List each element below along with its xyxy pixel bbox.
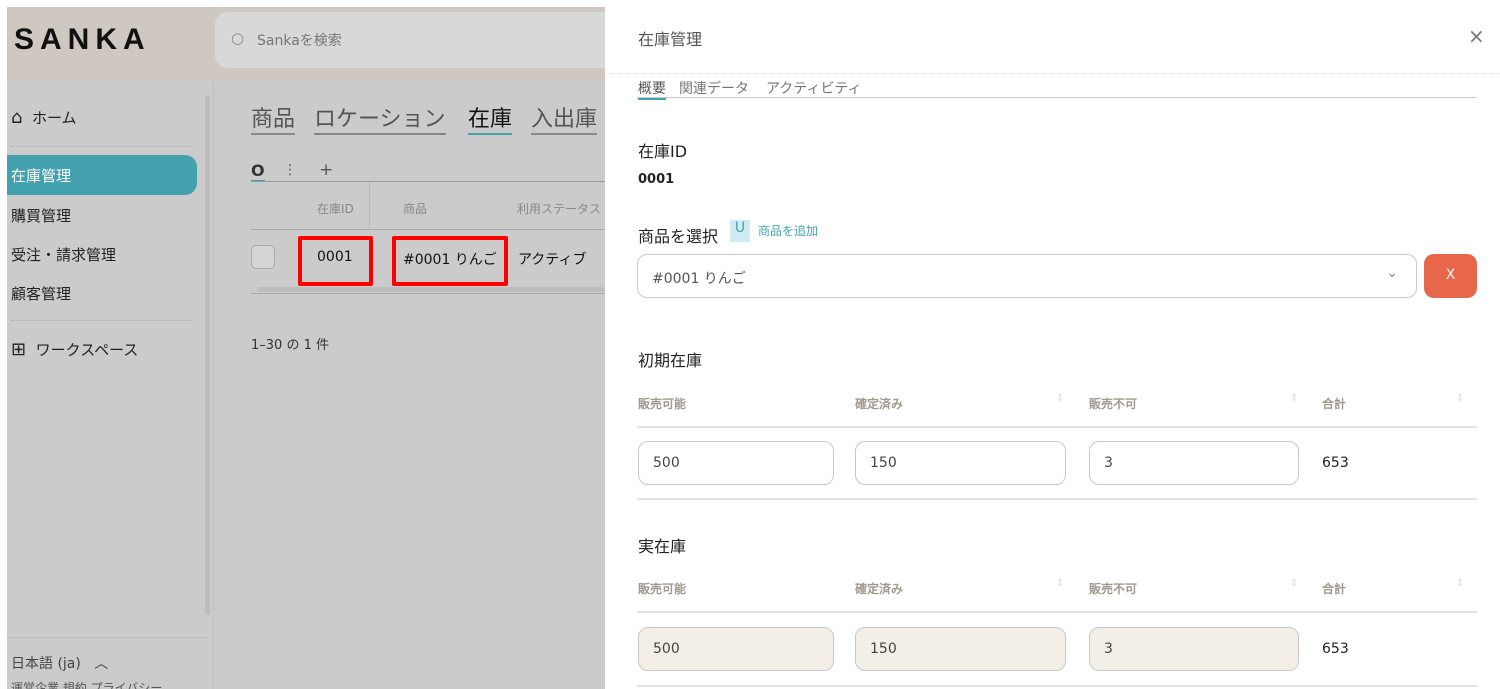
- sidebar-item-home[interactable]: ⌂ ホーム: [11, 107, 77, 128]
- divider: [7, 637, 207, 638]
- column-header-available[interactable]: 販売可能: [638, 580, 686, 597]
- sort-icon[interactable]: ⇕: [1056, 578, 1064, 589]
- more-options-icon[interactable]: ⋮: [283, 162, 297, 178]
- language-selector[interactable]: 日本語 (ja) ︿: [11, 653, 108, 673]
- sidebar-item-inventory[interactable]: 在庫管理: [7, 155, 197, 195]
- top-bar: SANKA ○ Sankaを検索: [7, 7, 605, 80]
- sort-icon[interactable]: ⇕: [1290, 578, 1298, 589]
- add-product-link[interactable]: 商品を追加: [758, 222, 818, 239]
- inventory-id-label: 在庫ID: [638, 142, 688, 161]
- column-header-committed[interactable]: 確定済み: [855, 395, 903, 412]
- product-select-label: 商品を選択: [638, 227, 719, 246]
- view-icon[interactable]: O: [251, 161, 265, 182]
- drawer-title: 在庫管理: [638, 30, 703, 49]
- add-view-button[interactable]: +: [319, 160, 333, 180]
- pagination-text: 1–30 の 1 件: [251, 338, 329, 353]
- search-placeholder: Sankaを検索: [257, 33, 342, 49]
- highlight-box-id: [298, 236, 373, 286]
- actual-committed-field: 150: [855, 627, 1066, 671]
- actual-total: 653: [1322, 641, 1349, 657]
- divider: [251, 229, 605, 230]
- divider: [11, 146, 191, 147]
- chevron-up-icon: ︿: [94, 656, 109, 672]
- divider: [213, 80, 214, 689]
- sanka-logo: SANKA: [14, 23, 151, 56]
- magnet-icon: U: [730, 220, 750, 242]
- divider: [637, 611, 1477, 613]
- close-icon[interactable]: ×: [1468, 24, 1485, 48]
- divider: [251, 293, 605, 294]
- initial-available-input[interactable]: 500: [638, 441, 834, 485]
- search-icon: ○: [231, 29, 245, 47]
- row-checkbox[interactable]: [251, 245, 275, 269]
- language-label: 日本語 (ja): [11, 656, 81, 672]
- search-input[interactable]: ○ Sankaを検索: [215, 12, 605, 68]
- sort-icon[interactable]: ⇕: [1290, 393, 1298, 404]
- tab-products[interactable]: 商品: [251, 101, 296, 135]
- initial-total: 653: [1322, 455, 1349, 471]
- sidebar-label: ワークスペース: [35, 341, 139, 359]
- highlight-box-product: [392, 236, 508, 286]
- tab-related-data[interactable]: 関連データ: [679, 78, 749, 98]
- column-header-product[interactable]: 商品: [403, 200, 427, 217]
- sort-icon[interactable]: ⇕: [1456, 393, 1464, 404]
- background-page: SANKA ○ Sankaを検索 ⌂ ホーム 在庫管理 購買管理 受注・請求管理 …: [7, 7, 605, 689]
- column-header-total[interactable]: 合計: [1322, 395, 1346, 412]
- column-header-available[interactable]: 販売可能: [638, 395, 686, 412]
- actual-available-field: 500: [638, 627, 834, 671]
- column-header-status[interactable]: 利用ステータス: [517, 200, 601, 217]
- grid-plus-icon: ⊞: [11, 339, 27, 360]
- initial-unavailable-input[interactable]: 3: [1089, 441, 1299, 485]
- tab-locations[interactable]: ロケーション: [314, 101, 446, 135]
- sidebar-item-orders[interactable]: 受注・請求管理: [11, 244, 116, 265]
- divider: [637, 97, 1477, 98]
- product-select-value: #0001 りんご: [652, 271, 746, 287]
- sort-icon[interactable]: ⇕: [1056, 393, 1064, 404]
- footer-links[interactable]: 運営企業 規約 プライバシー: [11, 679, 162, 689]
- divider: [637, 426, 1477, 428]
- column-header-total[interactable]: 合計: [1322, 580, 1346, 597]
- column-header-committed[interactable]: 確定済み: [855, 580, 903, 597]
- clear-product-button[interactable]: X: [1424, 254, 1477, 298]
- initial-stock-title: 初期在庫: [638, 351, 703, 370]
- initial-committed-input[interactable]: 150: [855, 441, 1066, 485]
- divider: [11, 320, 191, 321]
- sidebar-item-workspace[interactable]: ⊞ ワークスペース: [11, 339, 138, 360]
- product-select[interactable]: #0001 りんご ⌄: [637, 254, 1417, 298]
- horizontal-scrollbar[interactable]: [257, 287, 605, 292]
- column-header-unavailable[interactable]: 販売不可: [1089, 395, 1137, 412]
- divider: [637, 685, 1477, 687]
- sidebar-item-customers[interactable]: 顧客管理: [11, 283, 71, 304]
- chevron-down-icon: ⌄: [1386, 265, 1398, 281]
- divider: [605, 73, 1500, 74]
- divider: [637, 498, 1477, 500]
- actual-stock-title: 実在庫: [638, 537, 687, 556]
- actual-unavailable-field: 3: [1089, 627, 1299, 671]
- tab-inventory[interactable]: 在庫: [468, 101, 513, 135]
- column-header-unavailable[interactable]: 販売不可: [1089, 580, 1137, 597]
- inventory-id-value: 0001: [638, 172, 675, 187]
- sort-icon[interactable]: ⇕: [1456, 578, 1464, 589]
- home-icon: ⌂: [11, 107, 23, 128]
- sidebar-scrollbar[interactable]: [205, 95, 210, 615]
- divider: [369, 182, 370, 229]
- cell-status: アクティブ: [518, 252, 587, 268]
- tab-activity[interactable]: アクティビティ: [766, 78, 862, 98]
- inventory-drawer: 在庫管理 × 概要 関連データ アクティビティ 在庫ID 0001 商品を選択 …: [605, 0, 1500, 689]
- sidebar-item-purchasing[interactable]: 購買管理: [11, 205, 71, 226]
- column-header-id[interactable]: 在庫ID: [317, 200, 354, 217]
- sidebar-label: ホーム: [31, 109, 77, 127]
- divider: [251, 181, 605, 182]
- tab-in-out[interactable]: 入出庫: [531, 101, 598, 135]
